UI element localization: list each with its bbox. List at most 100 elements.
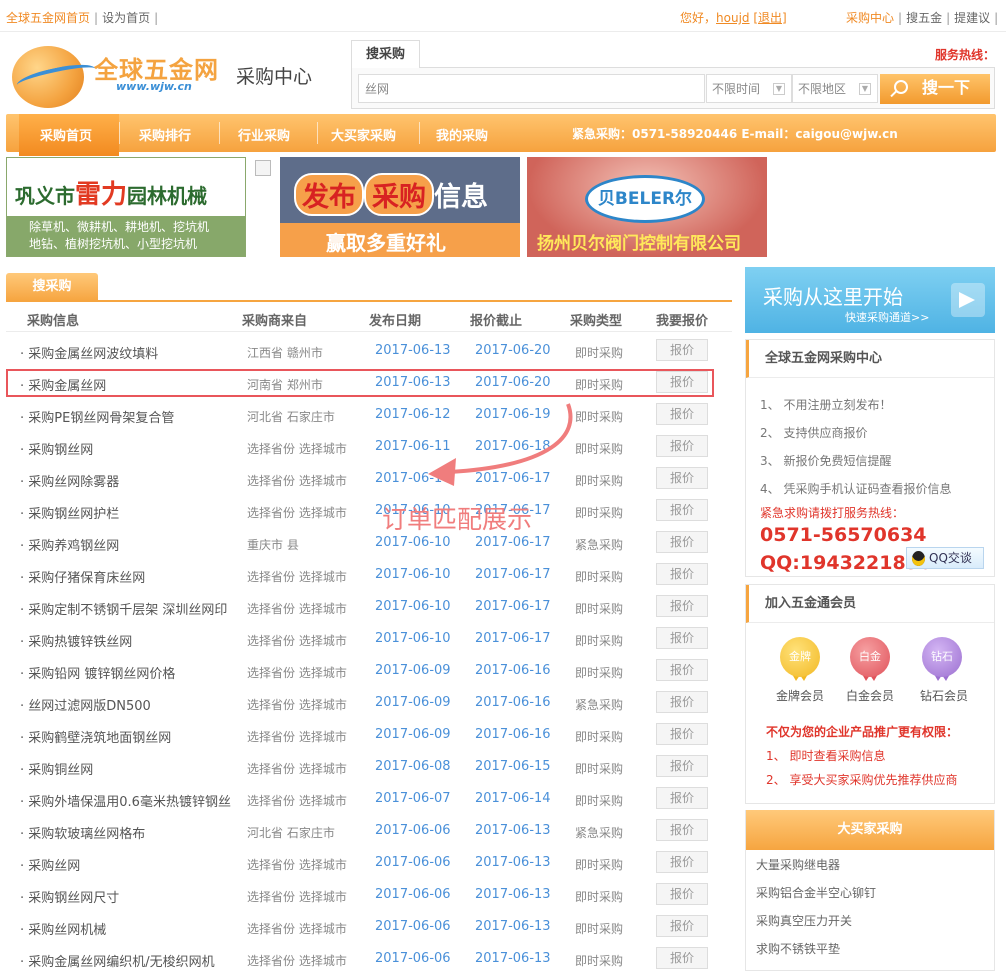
quick-purchase-link[interactable]: 快速采购通道>>	[845, 309, 929, 325]
origin-cell: 选择省份 选择城市	[247, 954, 347, 968]
publish-date: 2017-06-09	[375, 727, 451, 742]
publish-date: 2017-06-08	[375, 759, 451, 774]
purchase-title-link[interactable]: · 采购丝网机械	[20, 919, 106, 938]
nav-item-industry[interactable]: 行业采购	[238, 125, 290, 144]
purchase-title-link[interactable]: · 采购养鸡钢丝网	[20, 535, 119, 554]
banner-publish-purchase[interactable]: 发布 采购 信息 赢取多重好礼	[280, 157, 520, 257]
site-home-link[interactable]: 全球五金网首页	[6, 11, 90, 25]
origin-cell: 江西省 赣州市	[247, 346, 323, 360]
publish-date: 2017-06-06	[375, 887, 451, 902]
banner-subtitle: 赢取多重好礼	[326, 231, 446, 255]
nav-item-ranking[interactable]: 采购排行	[139, 125, 191, 144]
nav-item-purchase-home[interactable]: 采购首页	[40, 125, 92, 144]
purchase-title-link[interactable]: · 采购热镀锌铁丝网	[20, 631, 132, 650]
purchase-title-link[interactable]: · 采购鹤壁浇筑地面钢丝网	[20, 727, 171, 746]
purchase-title-link[interactable]: · 采购外墙保温用0.6毫米热镀锌钢丝	[20, 791, 231, 810]
table-row: · 采购外墙保温用0.6毫米热镀锌钢丝 选择省份 选择城市 2017-06-07 20…	[6, 782, 732, 814]
feature-item: 4、 凭采购手机认证码查看报价信息	[760, 482, 952, 496]
buyer-item[interactable]: 求购不锈铁平垫	[756, 940, 840, 957]
quote-button[interactable]: 报价	[656, 595, 708, 617]
logout-link[interactable]: [退出]	[753, 11, 786, 25]
purchase-title-link[interactable]: · 采购金属丝网波纹填料	[20, 343, 158, 362]
search-input[interactable]	[358, 74, 705, 103]
quote-button[interactable]: 报价	[656, 659, 708, 681]
purchase-title-link[interactable]: · 采购铅网 镀锌钢丝网价格	[20, 663, 175, 682]
member-perk: 1、 即时查看采购信息	[766, 749, 886, 763]
purchase-title-link[interactable]: · 采购仔猪保育床丝网	[20, 567, 145, 586]
purchase-title-link[interactable]: · 采购钢丝网护栏	[20, 503, 119, 522]
origin-cell: 选择省份 选择城市	[247, 890, 347, 904]
purchase-title-link[interactable]: · 采购钢丝网	[20, 439, 93, 458]
qq-chat-button[interactable]: QQ交谈	[906, 547, 984, 569]
gold-medal-icon[interactable]: 金牌	[780, 637, 820, 681]
purchase-title-link[interactable]: · 采购定制不锈钢千层架 深圳丝网印	[20, 599, 227, 618]
quote-button[interactable]: 报价	[656, 627, 708, 649]
buyer-item[interactable]: 采购铝合金半空心铆钉	[756, 884, 876, 901]
origin-cell: 选择省份 选择城市	[247, 730, 347, 744]
search-icon	[894, 80, 908, 94]
quote-button[interactable]: 报价	[656, 787, 708, 809]
search-box: 不限时间 ▼ 不限地区 ▼ 搜一下	[351, 67, 995, 109]
nav-item-my-purchase[interactable]: 我的采购	[436, 125, 488, 144]
publish-date: 2017-06-06	[375, 919, 451, 934]
logo-url: www.wjw.cn	[116, 80, 192, 93]
quote-button[interactable]: 报价	[656, 819, 708, 841]
purchase-title-link[interactable]: · 采购钢丝网尺寸	[20, 887, 119, 906]
quote-button[interactable]: 报价	[656, 499, 708, 521]
origin-cell: 河北省 石家庄市	[247, 826, 335, 840]
username-link[interactable]: houjd	[716, 11, 750, 25]
quote-button[interactable]: 报价	[656, 883, 708, 905]
banner-title: 巩义市雷力园林机械	[15, 180, 208, 210]
publish-date: 2017-06-09	[375, 695, 451, 710]
time-select[interactable]: 不限时间 ▼	[706, 74, 792, 103]
diamond-medal-icon[interactable]: 钻石	[922, 637, 962, 681]
search-button[interactable]: 搜一下	[880, 74, 990, 104]
table-row: · 采购丝网机械 选择省份 选择城市 2017-06-06 2017-06-13 即时采…	[6, 910, 732, 942]
buyer-item[interactable]: 大量采购继电器	[756, 856, 840, 873]
platinum-medal-icon[interactable]: 白金	[850, 637, 890, 681]
deadline-date: 2017-06-13	[475, 919, 551, 934]
banner-leili-machinery[interactable]: 巩义市雷力园林机械 除草机、微耕机、耕地机、挖坑机 地钻、植树挖坑机、小型挖坑机	[6, 157, 246, 257]
quote-button[interactable]: 报价	[656, 691, 708, 713]
quote-button[interactable]: 报价	[656, 467, 708, 489]
quote-button[interactable]: 报价	[656, 851, 708, 873]
quote-button[interactable]: 报价	[656, 563, 708, 585]
purchase-title-link[interactable]: · 采购软玻璃丝网格布	[20, 823, 145, 842]
membership-box: 加入五金通会员 金牌 金牌会员 白金 白金会员 钻石 钻石会员 不仅为您的企业产…	[745, 584, 995, 804]
purchase-title-link[interactable]: · 采购铜丝网	[20, 759, 93, 778]
quick-purchase-banner[interactable]: 采购从这里开始 快速采购通道>>	[745, 267, 995, 333]
table-row: · 采购丝网 选择省份 选择城市 2017-06-06 2017-06-13 即时采购 报…	[6, 846, 732, 878]
suggest-link[interactable]: 提建议	[954, 11, 990, 25]
deadline-date: 2017-06-17	[475, 631, 551, 646]
origin-cell: 选择省份 选择城市	[247, 442, 347, 456]
service-hotline-label: 服务热线：	[935, 48, 996, 62]
list-tab[interactable]: 搜采购	[6, 273, 98, 301]
deadline-date: 2017-06-13	[475, 951, 551, 966]
quote-button[interactable]: 报价	[656, 403, 708, 425]
table-row: · 采购定制不锈钢千层架 深圳丝网印 选择省份 选择城市 2017-06-10 201…	[6, 590, 732, 622]
quote-button[interactable]: 报价	[656, 723, 708, 745]
purchase-title-link[interactable]: · 采购丝网除雾器	[20, 471, 119, 490]
banner-beler-valve[interactable]: 贝BELER尔 扬州贝尔阀门控制有限公司	[527, 157, 767, 257]
quote-button[interactable]: 报价	[656, 435, 708, 457]
purchase-center-link[interactable]: 采购中心	[846, 11, 894, 25]
quote-button[interactable]: 报价	[656, 531, 708, 553]
nav-item-big-buyer[interactable]: 大买家采购	[331, 125, 396, 144]
area-select[interactable]: 不限地区 ▼	[792, 74, 878, 103]
quote-button[interactable]: 报价	[656, 915, 708, 937]
purchase-title-link[interactable]: · 丝网过滤网版DN500	[20, 695, 151, 714]
set-homepage-link[interactable]: 设为首页	[102, 11, 150, 25]
table-row: · 采购PE钢丝网骨架复合管 河北省 石家庄市 2017-06-12 2017-06-…	[6, 398, 732, 430]
buyer-item[interactable]: 采购真空压力开关	[756, 912, 852, 929]
quote-button[interactable]: 报价	[656, 755, 708, 777]
deadline-date: 2017-06-13	[475, 823, 551, 838]
site-logo[interactable]: 全球五金网 www.wjw.cn	[12, 46, 218, 108]
purchase-title-link[interactable]: · 采购金属丝网编织机/无梭织网机	[20, 951, 215, 970]
search-tab[interactable]: 搜采购	[351, 40, 420, 68]
purchase-title-link[interactable]: · 采购PE钢丝网骨架复合管	[20, 407, 174, 426]
quote-button[interactable]: 报价	[656, 339, 708, 361]
purchase-title-link[interactable]: · 采购丝网	[20, 855, 80, 874]
quote-button[interactable]: 报价	[656, 947, 708, 969]
search-wujin-link[interactable]: 搜五金	[906, 11, 942, 25]
publish-date: 2017-06-06	[375, 951, 451, 966]
